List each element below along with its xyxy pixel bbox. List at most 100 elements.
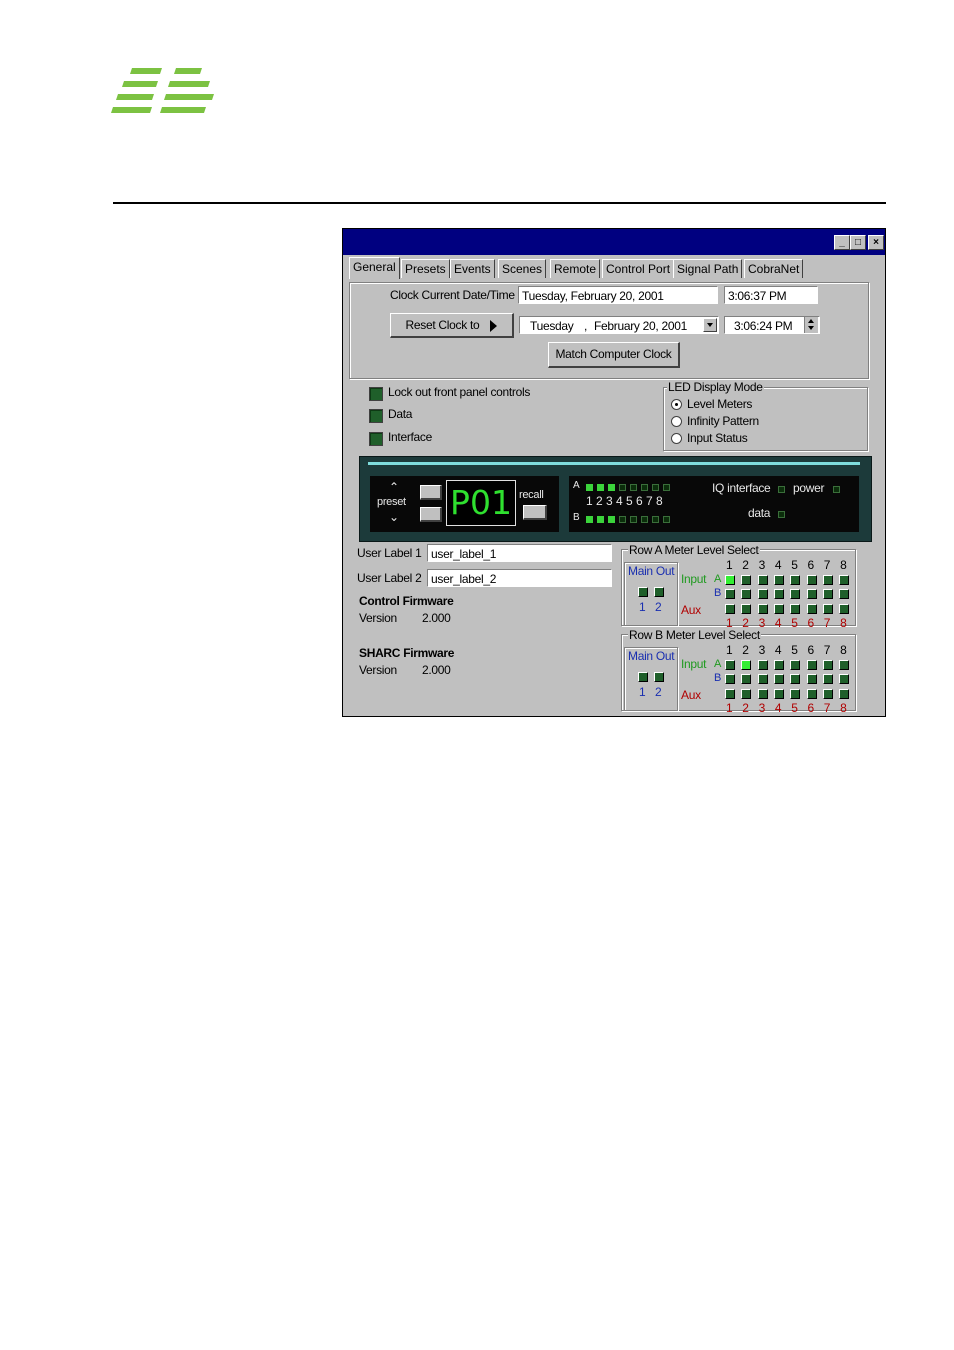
tab-remote[interactable]: Remote	[550, 259, 601, 278]
radio-level-meters[interactable]	[671, 399, 682, 410]
meterA-input-b-6[interactable]	[806, 589, 817, 599]
meterB-input-b-5[interactable]	[790, 674, 801, 684]
meterB-input-a-2[interactable]	[741, 660, 752, 670]
meterB-bot-num-4: 4	[774, 701, 782, 715]
meterB-aux-2[interactable]	[741, 689, 752, 699]
tab-general[interactable]: General	[349, 257, 400, 279]
led-mode-title: LED Display Mode	[667, 380, 764, 394]
tab-signal-path[interactable]: Signal Path	[673, 259, 743, 278]
meterB-aux-3[interactable]	[757, 689, 768, 699]
meterB-input-b-8[interactable]	[839, 674, 850, 684]
meterA-aux-5[interactable]	[790, 604, 801, 614]
control-version-label: Version	[359, 611, 397, 625]
meterB-aux-7[interactable]	[822, 689, 833, 699]
user-label-1-label: User Label 1	[357, 546, 422, 560]
channel-numbers: 1 2 3 4 5 6 7 8	[586, 494, 663, 508]
minimize-button[interactable]: _	[834, 235, 850, 250]
meterA-top-num-2: 2	[742, 558, 749, 572]
meterB-aux-1[interactable]	[725, 689, 735, 699]
dropdown-button[interactable]	[703, 318, 717, 332]
match-computer-clock-button[interactable]: Match Computer Clock	[548, 342, 680, 368]
meterA-input-b-4[interactable]	[773, 589, 784, 599]
chevron-down-icon[interactable]: ⌄	[389, 510, 399, 524]
meterA-input-b-8[interactable]	[839, 589, 850, 599]
radio-infinity-pattern[interactable]	[671, 416, 682, 427]
meterB-input-b-1[interactable]	[725, 674, 735, 684]
meterA-aux-1[interactable]	[725, 604, 735, 614]
meterA-input-b-2[interactable]	[741, 589, 752, 599]
meterA-input-a-4[interactable]	[773, 575, 784, 585]
meterB-input-b-7[interactable]	[822, 674, 833, 684]
reset-clock-button[interactable]: Reset Clock to	[390, 313, 514, 338]
meterA-input-b-7[interactable]	[822, 589, 833, 599]
meterA-aux-2[interactable]	[741, 604, 752, 614]
user-label-2-label: User Label 2	[357, 571, 422, 585]
meterA-input-a-3[interactable]	[757, 575, 768, 585]
tab-cobranet[interactable]: CobraNet	[744, 259, 804, 278]
tab-control-port[interactable]: Control Port	[602, 259, 675, 278]
tab-presets[interactable]: Presets	[401, 259, 450, 278]
tab-scenes[interactable]: Scenes	[498, 259, 547, 278]
meterB-aux-5[interactable]	[790, 689, 801, 699]
tab-events[interactable]: Events	[450, 259, 495, 278]
meterB-input-b-2[interactable]	[741, 674, 752, 684]
meterA-input-a-1[interactable]	[725, 575, 735, 585]
time-spinner[interactable]	[804, 317, 818, 333]
meterA-main-num-2: 2	[655, 600, 662, 614]
interface-checkbox[interactable]	[369, 432, 383, 446]
meterA-input-b-3[interactable]	[757, 589, 768, 599]
meterB-input-a-5[interactable]	[790, 660, 801, 670]
meterA-input-a-7[interactable]	[822, 575, 833, 585]
radio-input-status[interactable]	[671, 433, 682, 444]
ledsA-led-8	[663, 484, 670, 491]
meterA-input-b-1[interactable]	[725, 589, 735, 599]
current-time-field[interactable]: 3:06:37 PM	[724, 286, 818, 304]
preset-up-button[interactable]	[420, 485, 442, 500]
meterB-input-b-6[interactable]	[806, 674, 817, 684]
close-button[interactable]: ×	[868, 235, 884, 250]
data-checkbox[interactable]	[369, 409, 383, 423]
meterB-input-a-1[interactable]	[725, 660, 735, 670]
meterA-aux-4[interactable]	[773, 604, 784, 614]
meterB-aux-6[interactable]	[806, 689, 817, 699]
meterA-aux-6[interactable]	[806, 604, 817, 614]
meterB-input-b-3[interactable]	[757, 674, 768, 684]
meterB-main-out-1[interactable]	[638, 672, 648, 682]
chevron-up-icon[interactable]: ⌃	[389, 480, 399, 494]
meterB-input-a-4[interactable]	[773, 660, 784, 670]
meterA-aux-7[interactable]	[822, 604, 833, 614]
row-a-meter-title: Row A Meter Level Select	[628, 543, 760, 557]
meterA-input-a-8[interactable]	[839, 575, 850, 585]
ledsB-led-1	[586, 516, 593, 523]
meterA-input-a-2[interactable]	[741, 575, 752, 585]
meterB-aux-4[interactable]	[773, 689, 784, 699]
reset-date-picker[interactable]: Tuesday , February 20, 2001	[519, 316, 719, 334]
meterB-input-a-3[interactable]	[757, 660, 768, 670]
meterB-input-a-8[interactable]	[839, 660, 850, 670]
preset-block: ⌃ preset ⌄ P01 recall	[370, 476, 559, 532]
meterA-aux-3[interactable]	[757, 604, 768, 614]
meterB-input-b-4[interactable]	[773, 674, 784, 684]
ledsB-led-4	[619, 516, 626, 523]
current-date-field[interactable]: Tuesday, February 20, 2001	[518, 286, 718, 304]
meterB-aux-8[interactable]	[839, 689, 850, 699]
lockout-checkbox[interactable]	[369, 387, 383, 401]
meterB-bot-num-2: 2	[742, 701, 749, 715]
settings-window: _ □ × General Presets Events Scenes Remo…	[342, 228, 886, 717]
meterB-main-out-2[interactable]	[654, 672, 664, 682]
maximize-button[interactable]: □	[850, 235, 866, 250]
meterA-aux-8[interactable]	[839, 604, 850, 614]
reset-time-field[interactable]: 3:06:24 PM	[724, 316, 820, 334]
meterB-input-a-7[interactable]	[822, 660, 833, 670]
user-label-2-input[interactable]: user_label_2	[427, 569, 612, 587]
ledsA-led-6	[641, 484, 648, 491]
meterA-input-b-5[interactable]	[790, 589, 801, 599]
preset-down-button[interactable]	[420, 507, 442, 522]
meterB-input-a-6[interactable]	[806, 660, 817, 670]
meterA-main-out-2[interactable]	[654, 587, 664, 597]
user-label-1-input[interactable]: user_label_1	[427, 544, 612, 562]
recall-button[interactable]	[523, 505, 547, 520]
meterA-input-a-6[interactable]	[806, 575, 817, 585]
meterA-main-out-1[interactable]	[638, 587, 648, 597]
meterA-input-a-5[interactable]	[790, 575, 801, 585]
